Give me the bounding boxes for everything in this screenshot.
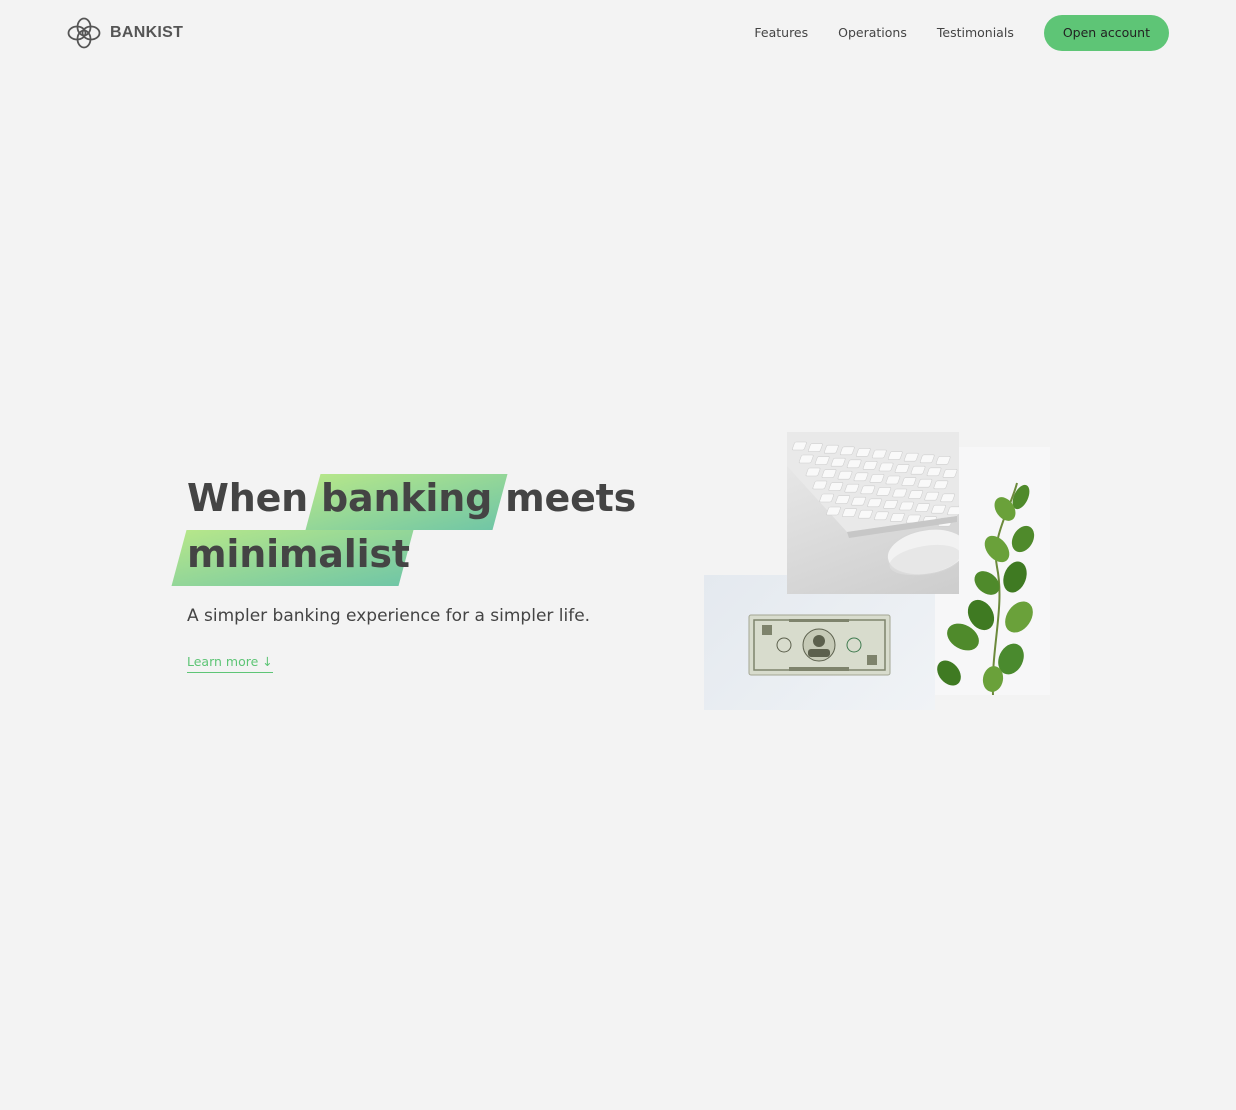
headline-highlight-minimalist: minimalist bbox=[187, 526, 410, 582]
keyboard-photo bbox=[787, 432, 959, 594]
nav-link-testimonials[interactable]: Testimonials bbox=[937, 15, 1014, 51]
nav-link-operations[interactable]: Operations bbox=[838, 15, 907, 51]
hero-illustration bbox=[704, 432, 1050, 710]
headline-word-when: When bbox=[187, 476, 308, 520]
headline-word-meets: meets bbox=[505, 476, 637, 520]
open-account-button[interactable]: Open account bbox=[1043, 15, 1169, 51]
hero-headline: When banking meets minimalist bbox=[187, 470, 667, 582]
nav-links: Features Operations Testimonials Open ac… bbox=[754, 15, 1169, 51]
hero-tagline: A simpler banking experience for a simpl… bbox=[187, 606, 591, 626]
dollar-bill-icon bbox=[748, 614, 891, 676]
keyboard-mouse-icon bbox=[787, 432, 959, 576]
navbar: BANKIST Features Operations Testimonials… bbox=[0, 0, 1236, 66]
hero-content: When banking meets minimalist A simpler … bbox=[187, 470, 667, 673]
interlocking-rings-icon bbox=[67, 17, 101, 49]
headline-highlight-banking: banking bbox=[321, 470, 492, 526]
learn-more-link[interactable]: Learn more ↓ bbox=[187, 654, 273, 673]
nav-link-features[interactable]: Features bbox=[754, 15, 808, 51]
brand-name: BANKIST bbox=[110, 24, 184, 41]
money-photo bbox=[704, 575, 935, 710]
page: BANKIST Features Operations Testimonials… bbox=[0, 0, 1236, 1110]
logo[interactable]: BANKIST bbox=[66, 16, 183, 50]
